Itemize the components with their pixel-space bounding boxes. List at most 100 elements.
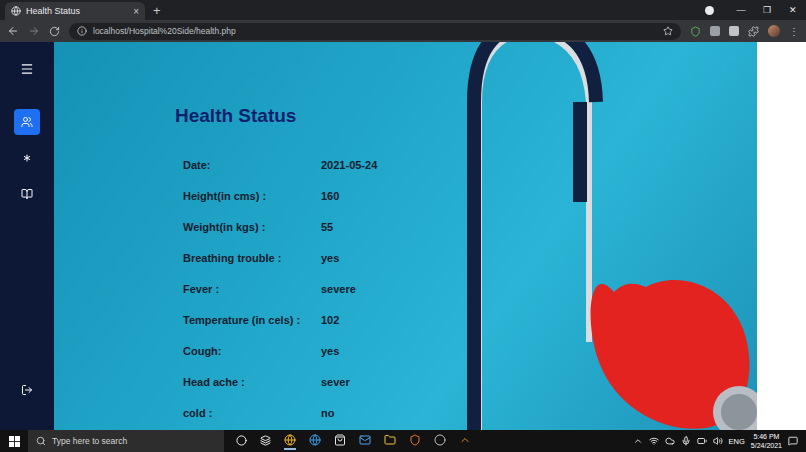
field-value: 160 — [321, 180, 377, 211]
browser-tab[interactable]: Health Status × — [5, 2, 145, 20]
menu-icon — [20, 62, 34, 76]
battery-icon[interactable] — [697, 436, 707, 446]
puzzle-icon[interactable] — [748, 26, 759, 37]
window-controls: —❐✕ — [705, 0, 806, 20]
field-label: Breathing trouble : — [183, 242, 313, 273]
notifications-icon[interactable] — [788, 436, 798, 446]
vlc-icon — [459, 434, 471, 446]
field-value: 2021-05-24 — [321, 149, 377, 180]
extension-icon[interactable] — [690, 26, 701, 37]
more-icon[interactable]: ⋮ — [789, 26, 799, 37]
field-value: severe — [321, 273, 377, 304]
sidebar-item[interactable] — [14, 145, 40, 171]
clock[interactable]: 5:46 PM5/24/2021 — [751, 432, 782, 450]
clock-date: 5/24/2021 — [751, 441, 782, 450]
cortana-icon — [236, 435, 247, 446]
task-view-icon — [260, 435, 271, 446]
xampp-icon — [409, 434, 421, 446]
address-bar: localhost/Hospital%20Side/health.php ⋮ — [0, 20, 806, 42]
mail-icon — [359, 434, 371, 446]
health-card: Health Status Date: 2021-05-24 Height(in cm… — [175, 104, 757, 428]
wifi-icon[interactable] — [649, 436, 659, 446]
health-fields: Date: 2021-05-24 Height(in cms) : 160 Weight… — [175, 149, 757, 428]
tab-title: Health Status — [26, 6, 128, 16]
app-button[interactable] — [434, 432, 446, 450]
page-margin — [757, 42, 806, 430]
back-icon[interactable] — [7, 25, 19, 37]
start-button[interactable] — [0, 436, 28, 447]
logout-icon — [21, 384, 33, 396]
field-value: yes — [321, 242, 377, 273]
volume-icon[interactable] — [713, 436, 723, 446]
search-icon — [36, 436, 46, 446]
field-label: Weight(in kgs) : — [183, 211, 313, 242]
system-tray: ENG 5:46 PM5/24/2021 — [633, 432, 806, 450]
book-icon — [21, 188, 33, 200]
asterisk-icon — [21, 152, 33, 164]
clock-time: 5:46 PM — [753, 432, 779, 441]
forward-icon[interactable] — [28, 25, 40, 37]
field-value: sever — [321, 366, 377, 397]
explorer-button[interactable] — [384, 432, 396, 450]
menu-button[interactable] — [20, 61, 34, 77]
record-icon[interactable] — [705, 6, 714, 15]
field-label: Cough: — [183, 335, 313, 366]
info-icon[interactable] — [77, 26, 87, 36]
field-label: Temperature (in cels) : — [183, 304, 313, 335]
window-button[interactable]: ❐ — [754, 5, 780, 15]
field-value: 102 — [321, 304, 377, 335]
tab-close[interactable]: × — [133, 6, 139, 17]
windows-icon — [9, 436, 20, 447]
sidebar-item[interactable] — [14, 181, 40, 207]
extension-icon[interactable] — [729, 26, 739, 36]
avatar-icon[interactable] — [768, 25, 780, 37]
content: Health Status Date: 2021-05-24 Height(in cm… — [54, 42, 757, 430]
star-icon[interactable] — [663, 26, 673, 36]
globe-icon — [11, 6, 21, 16]
mic-icon[interactable] — [681, 436, 691, 446]
edge-icon — [309, 434, 321, 446]
stethoscope-photo — [384, 42, 757, 430]
chrome-button[interactable] — [284, 432, 296, 450]
new-tab-button[interactable]: + — [153, 3, 161, 18]
task-view-button[interactable] — [260, 433, 271, 450]
language-indicator[interactable]: ENG — [729, 437, 745, 446]
field-value: 55 — [321, 211, 377, 242]
page: Health Status Date: 2021-05-24 Height(in cm… — [0, 42, 806, 430]
field-label: cold : — [183, 397, 313, 428]
field-value: no — [321, 397, 377, 428]
cortana-button[interactable] — [236, 433, 247, 450]
xampp-button[interactable] — [409, 432, 421, 450]
tab-strip: Health Status × + —❐✕ — [0, 0, 806, 20]
search-placeholder: Type here to search — [52, 436, 127, 446]
url-text: localhost/Hospital%20Side/health.php — [93, 26, 657, 36]
sidebar-item[interactable] — [14, 109, 40, 135]
sidebar — [0, 42, 54, 430]
store-icon — [334, 434, 346, 446]
vlc-button[interactable] — [459, 432, 471, 450]
cloud-icon[interactable] — [665, 436, 675, 446]
omnibox[interactable]: localhost/Hospital%20Side/health.php — [69, 23, 681, 40]
patients-icon — [21, 116, 33, 128]
screen: Health Status×+—❐✕localhost/Hospital%20S… — [0, 0, 806, 452]
field-label: Head ache : — [183, 366, 313, 397]
logout-button[interactable] — [21, 384, 33, 396]
field-value: yes — [321, 335, 377, 366]
field-label: Height(in cms) : — [183, 180, 313, 211]
mail-button[interactable] — [359, 432, 371, 450]
store-button[interactable] — [334, 432, 346, 450]
page-title: Health Status — [175, 104, 757, 128]
taskbar-apps — [224, 432, 471, 450]
extension-icon[interactable] — [710, 26, 720, 36]
window-button[interactable]: — — [728, 5, 754, 15]
field-label: Fever : — [183, 273, 313, 304]
app-icon — [434, 434, 446, 446]
edge-button[interactable] — [309, 432, 321, 450]
reload-icon[interactable] — [49, 26, 60, 37]
taskbar-search[interactable]: Type here to search — [28, 430, 224, 452]
folder-icon — [384, 434, 396, 446]
field-label: Date: — [183, 149, 313, 180]
chrome-icon — [284, 434, 296, 446]
tray-expand-icon[interactable] — [633, 436, 643, 446]
window-button[interactable]: ✕ — [780, 5, 806, 15]
